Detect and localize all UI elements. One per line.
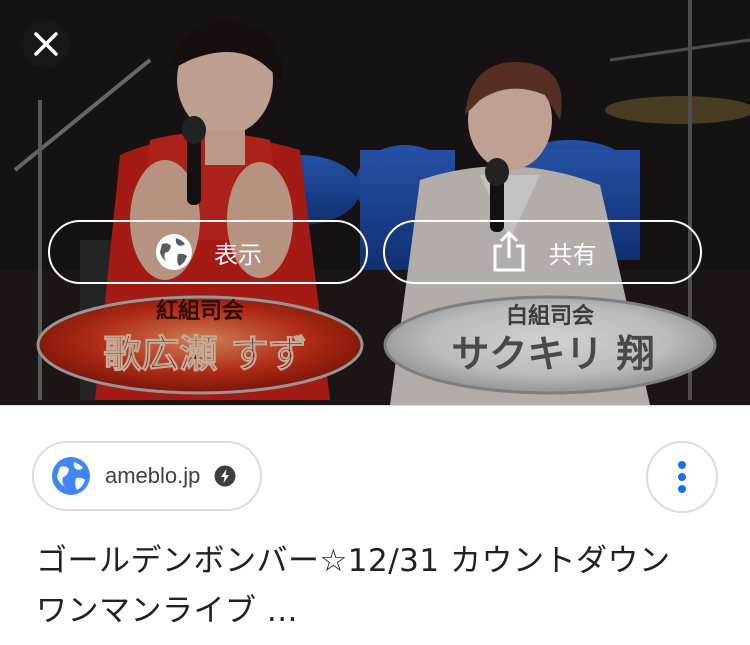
show-button[interactable]: 表示: [48, 220, 368, 284]
share-button[interactable]: 共有: [383, 220, 702, 284]
globe-icon: [154, 232, 194, 272]
close-icon: [34, 32, 58, 56]
amp-bolt-icon: [214, 465, 236, 487]
site-globe-icon: [52, 457, 90, 495]
image-viewer[interactable]: 紅組司会 歌広瀬 すず 白組司会 サクキリ 翔 表示 共有: [0, 0, 750, 405]
share-button-label: 共有: [548, 240, 597, 269]
more-vert-icon: [678, 461, 686, 493]
close-button[interactable]: [22, 20, 70, 68]
show-button-label: 表示: [214, 240, 262, 269]
more-options-button[interactable]: [646, 441, 718, 513]
source-domain: ameblo.jp: [105, 463, 201, 488]
image-dim-overlay: [0, 0, 750, 405]
source-chip[interactable]: ameblo.jp: [32, 441, 262, 511]
result-card: ameblo.jp ゴールデンボンバー☆12/31 カウントダウンワンマンライブ…: [0, 405, 750, 645]
result-title[interactable]: ゴールデンボンバー☆12/31 カウントダウンワンマンライブ ...: [36, 536, 676, 636]
share-icon: [489, 230, 529, 272]
